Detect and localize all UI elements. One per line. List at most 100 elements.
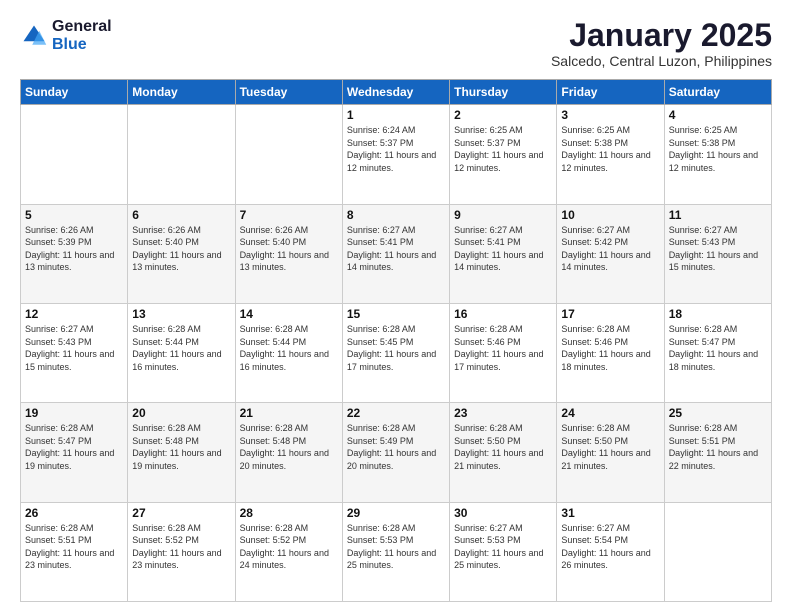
table-row: 25Sunrise: 6:28 AMSunset: 5:51 PMDayligh… [664,403,771,502]
table-row: 15 Sunrise: 6:28 AMSunset: 5:45 PMDayligh… [342,303,449,402]
day-number: 13 [132,307,230,321]
table-row: 17 Sunrise: 6:28 AMSunset: 5:46 PMDayligh… [557,303,664,402]
day-info: Sunrise: 6:28 AMSunset: 5:47 PMDaylight:… [669,323,767,373]
table-row: 2 Sunrise: 6:25 AMSunset: 5:37 PMDaylight… [450,105,557,204]
day-info: Sunrise: 6:28 AMSunset: 5:53 PMDaylight:… [347,522,445,572]
day-info: Sunrise: 6:27 AMSunset: 5:43 PMDaylight:… [25,323,123,373]
table-row [21,105,128,204]
day-info: Sunrise: 6:25 AMSunset: 5:37 PMDaylight:… [454,124,552,174]
calendar-table: Sunday Monday Tuesday Wednesday Thursday… [20,79,772,602]
table-row: 1 Sunrise: 6:24 AMSunset: 5:37 PMDaylight… [342,105,449,204]
table-row: 29 Sunrise: 6:28 AMSunset: 5:53 PMDayligh… [342,502,449,601]
day-info: Sunrise: 6:26 AMSunset: 5:40 PMDaylight:… [240,224,338,274]
day-number: 16 [454,307,552,321]
col-saturday: Saturday [664,80,771,105]
day-info: Sunrise: 6:28 AMSunset: 5:51 PMDaylight:… [25,522,123,572]
day-info: Sunrise: 6:28 AMSunset: 5:46 PMDaylight:… [454,323,552,373]
day-info: Sunrise: 6:28 AMSunset: 5:46 PMDaylight:… [561,323,659,373]
table-row: 31 Sunrise: 6:27 AMSunset: 5:54 PMDayligh… [557,502,664,601]
day-info: Sunrise: 6:28 AMSunset: 5:52 PMDaylight:… [240,522,338,572]
day-number: 27 [132,506,230,520]
col-sunday: Sunday [21,80,128,105]
day-number: 9 [454,208,552,222]
day-number: 10 [561,208,659,222]
calendar-week-row: 19Sunrise: 6:28 AMSunset: 5:47 PMDayligh… [21,403,772,502]
calendar-week-row: 1 Sunrise: 6:24 AMSunset: 5:37 PMDaylight… [21,105,772,204]
table-row: 7Sunrise: 6:26 AMSunset: 5:40 PMDaylight… [235,204,342,303]
table-row: 9 Sunrise: 6:27 AMSunset: 5:41 PMDaylight… [450,204,557,303]
day-info: Sunrise: 6:28 AMSunset: 5:49 PMDaylight:… [347,422,445,472]
col-friday: Friday [557,80,664,105]
day-number: 18 [669,307,767,321]
table-row: 21Sunrise: 6:28 AMSunset: 5:48 PMDayligh… [235,403,342,502]
calendar-week-row: 26 Sunrise: 6:28 AMSunset: 5:51 PMDayligh… [21,502,772,601]
day-number: 3 [561,108,659,122]
col-thursday: Thursday [450,80,557,105]
day-number: 14 [240,307,338,321]
day-info: Sunrise: 6:28 AMSunset: 5:44 PMDaylight:… [240,323,338,373]
day-info: Sunrise: 6:25 AMSunset: 5:38 PMDaylight:… [669,124,767,174]
logo-icon [20,22,48,50]
calendar-week-row: 5 Sunrise: 6:26 AMSunset: 5:39 PMDaylight… [21,204,772,303]
day-number: 8 [347,208,445,222]
table-row: 26 Sunrise: 6:28 AMSunset: 5:51 PMDayligh… [21,502,128,601]
calendar-week-row: 12Sunrise: 6:27 AMSunset: 5:43 PMDayligh… [21,303,772,402]
day-number: 26 [25,506,123,520]
day-number: 15 [347,307,445,321]
day-info: Sunrise: 6:27 AMSunset: 5:41 PMDaylight:… [347,224,445,274]
table-row: 4 Sunrise: 6:25 AMSunset: 5:38 PMDaylight… [664,105,771,204]
day-info: Sunrise: 6:28 AMSunset: 5:45 PMDaylight:… [347,323,445,373]
logo-text: General Blue [52,18,112,53]
table-row: 10 Sunrise: 6:27 AMSunset: 5:42 PMDayligh… [557,204,664,303]
day-number: 24 [561,406,659,420]
day-number: 5 [25,208,123,222]
day-number: 1 [347,108,445,122]
table-row: 23 Sunrise: 6:28 AMSunset: 5:50 PMDayligh… [450,403,557,502]
day-info: Sunrise: 6:24 AMSunset: 5:37 PMDaylight:… [347,124,445,174]
col-monday: Monday [128,80,235,105]
table-row: 18 Sunrise: 6:28 AMSunset: 5:47 PMDayligh… [664,303,771,402]
day-number: 11 [669,208,767,222]
day-number: 21 [240,406,338,420]
day-info: Sunrise: 6:28 AMSunset: 5:51 PMDaylight:… [669,422,767,472]
calendar-header-row: Sunday Monday Tuesday Wednesday Thursday… [21,80,772,105]
page: General Blue January 2025 Salcedo, Centr… [0,0,792,612]
day-info: Sunrise: 6:28 AMSunset: 5:44 PMDaylight:… [132,323,230,373]
col-wednesday: Wednesday [342,80,449,105]
day-info: Sunrise: 6:27 AMSunset: 5:53 PMDaylight:… [454,522,552,572]
day-info: Sunrise: 6:28 AMSunset: 5:48 PMDaylight:… [132,422,230,472]
logo: General Blue [20,18,112,53]
table-row: 19Sunrise: 6:28 AMSunset: 5:47 PMDayligh… [21,403,128,502]
table-row: 11Sunrise: 6:27 AMSunset: 5:43 PMDayligh… [664,204,771,303]
day-number: 31 [561,506,659,520]
table-row: 13 Sunrise: 6:28 AMSunset: 5:44 PMDayligh… [128,303,235,402]
logo-blue: Blue [52,36,112,54]
table-row [235,105,342,204]
day-info: Sunrise: 6:26 AMSunset: 5:39 PMDaylight:… [25,224,123,274]
day-info: Sunrise: 6:27 AMSunset: 5:41 PMDaylight:… [454,224,552,274]
day-number: 28 [240,506,338,520]
day-info: Sunrise: 6:28 AMSunset: 5:52 PMDaylight:… [132,522,230,572]
day-number: 30 [454,506,552,520]
title-block: January 2025 Salcedo, Central Luzon, Phi… [551,18,772,69]
day-info: Sunrise: 6:27 AMSunset: 5:42 PMDaylight:… [561,224,659,274]
day-info: Sunrise: 6:25 AMSunset: 5:38 PMDaylight:… [561,124,659,174]
day-number: 29 [347,506,445,520]
month-title: January 2025 [551,18,772,53]
table-row: 22 Sunrise: 6:28 AMSunset: 5:49 PMDayligh… [342,403,449,502]
day-number: 17 [561,307,659,321]
day-info: Sunrise: 6:28 AMSunset: 5:50 PMDaylight:… [454,422,552,472]
table-row: 20Sunrise: 6:28 AMSunset: 5:48 PMDayligh… [128,403,235,502]
table-row [128,105,235,204]
table-row: 28 Sunrise: 6:28 AMSunset: 5:52 PMDayligh… [235,502,342,601]
table-row: 12Sunrise: 6:27 AMSunset: 5:43 PMDayligh… [21,303,128,402]
day-info: Sunrise: 6:27 AMSunset: 5:54 PMDaylight:… [561,522,659,572]
day-number: 2 [454,108,552,122]
table-row: 3 Sunrise: 6:25 AMSunset: 5:38 PMDaylight… [557,105,664,204]
day-number: 22 [347,406,445,420]
table-row: 16 Sunrise: 6:28 AMSunset: 5:46 PMDayligh… [450,303,557,402]
day-number: 23 [454,406,552,420]
table-row: 14 Sunrise: 6:28 AMSunset: 5:44 PMDayligh… [235,303,342,402]
table-row: 6Sunrise: 6:26 AMSunset: 5:40 PMDaylight… [128,204,235,303]
day-number: 4 [669,108,767,122]
